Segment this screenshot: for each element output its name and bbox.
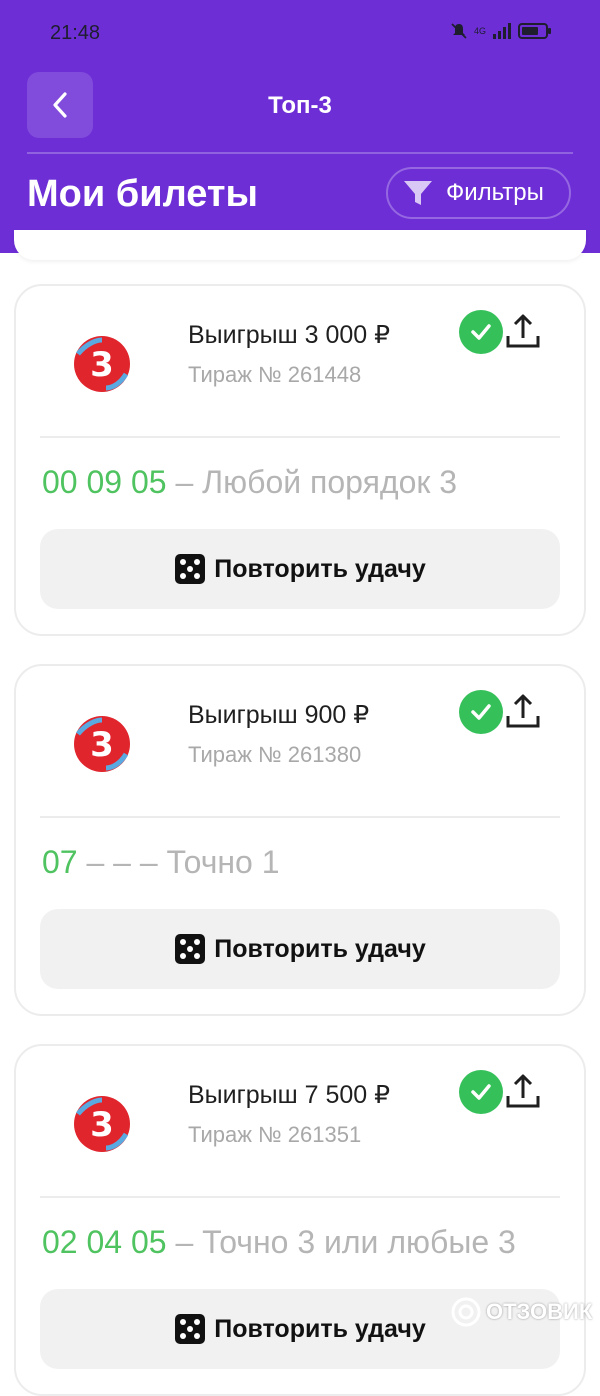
ticket-combination: 02 04 05 – Точно 3 или любые 3 — [42, 1224, 516, 1261]
battery-icon — [518, 23, 551, 39]
winning-numbers: 00 09 05 — [42, 464, 167, 500]
svg-text:3: 3 — [90, 1105, 114, 1145]
win-amount: Выигрыш 3 000 ₽ — [188, 321, 391, 349]
status-time: 21:48 — [50, 22, 101, 44]
mute-icon — [451, 23, 467, 39]
check-icon — [459, 1070, 503, 1114]
repeat-luck-label: Повторить удачу — [214, 1314, 426, 1343]
share-icon[interactable] — [503, 1072, 543, 1112]
dice-icon — [175, 934, 206, 964]
ticket-card[interactable]: 3 Выигрыш 3 000 ₽ Тираж № 261448 00 09 0… — [14, 284, 586, 636]
repeat-luck-button[interactable]: Повторить удачу — [40, 529, 560, 609]
filter-icon — [404, 181, 432, 205]
ticket-combination: 07 – – – Точно 1 — [42, 844, 280, 881]
filter-label: Фильтры — [446, 179, 544, 206]
win-amount: Выигрыш 900 ₽ — [188, 701, 370, 729]
page-title: Мои билеты — [27, 173, 258, 215]
share-icon[interactable] — [503, 692, 543, 732]
card-edge — [14, 230, 586, 260]
status-icons: 4G — [450, 22, 552, 40]
repeat-luck-button[interactable]: Повторить удачу — [40, 909, 560, 989]
combination-type: – Точно 3 или любые 3 — [166, 1224, 516, 1260]
app-header: 21:48 4G Топ-3 Мои билеты Фильтры — [0, 0, 600, 253]
ticket-combination: 00 09 05 – Любой порядок 3 — [42, 464, 457, 501]
draw-number: Тираж № 261351 — [188, 1122, 362, 1147]
watermark-text: ОТЗОВИК — [486, 1299, 593, 1324]
status-bar: 21:48 4G — [0, 0, 600, 60]
draw-number: Тираж № 261448 — [188, 362, 362, 387]
combination-type: – – – Точно 1 — [77, 844, 280, 880]
repeat-luck-label: Повторить удачу — [214, 934, 426, 963]
top3-logo-icon: 3 — [74, 1096, 130, 1152]
ticket-card[interactable]: 3 Выигрыш 900 ₽ Тираж № 261380 07 – – – … — [14, 664, 586, 1016]
winning-numbers: 02 04 05 — [42, 1224, 167, 1260]
nav-title: Топ-3 — [268, 92, 332, 119]
top3-logo-icon: 3 — [74, 716, 130, 772]
otzovik-logo-icon — [451, 1297, 481, 1327]
share-icon[interactable] — [503, 312, 543, 352]
card-divider — [40, 1196, 560, 1198]
network-type: 4G — [473, 26, 486, 36]
win-amount: Выигрыш 7 500 ₽ — [188, 1081, 391, 1109]
card-divider — [40, 436, 560, 438]
svg-text:3: 3 — [90, 725, 114, 765]
check-icon — [459, 310, 503, 354]
dice-icon — [175, 1314, 206, 1344]
top3-logo-icon: 3 — [74, 336, 130, 392]
signal-icon — [493, 23, 511, 39]
card-divider — [40, 816, 560, 818]
dice-icon — [175, 554, 206, 584]
watermark: ОТЗОВИК — [450, 1296, 592, 1328]
repeat-luck-label: Повторить удачу — [214, 554, 426, 583]
header-divider — [27, 152, 573, 154]
winning-numbers: 07 — [42, 844, 78, 880]
svg-text:3: 3 — [90, 345, 114, 385]
draw-number: Тираж № 261380 — [188, 742, 362, 767]
combination-type: – Любой порядок 3 — [166, 464, 458, 500]
filter-button[interactable]: Фильтры — [386, 167, 571, 219]
ticket-card[interactable]: 3 Выигрыш 7 500 ₽ Тираж № 261351 02 04 0… — [14, 1044, 586, 1396]
check-icon — [459, 690, 503, 734]
